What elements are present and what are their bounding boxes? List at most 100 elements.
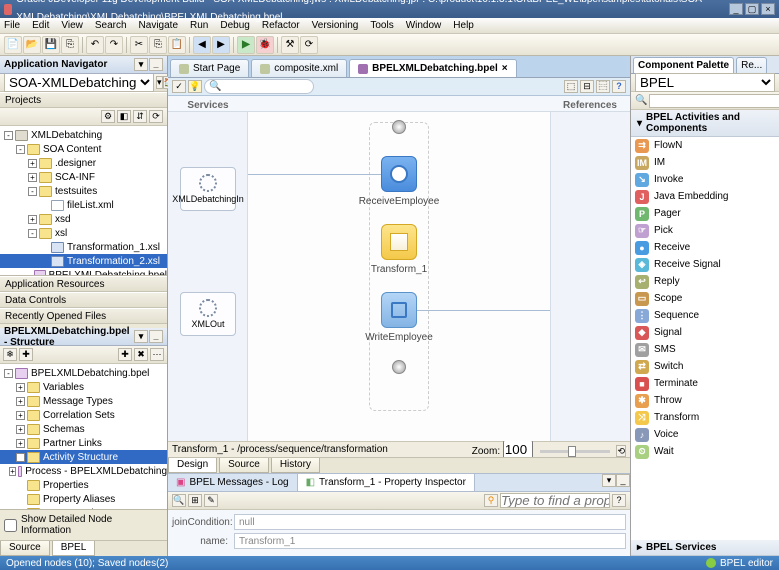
tree-node[interactable]: +.designer: [0, 156, 167, 170]
minimize-button[interactable]: _: [729, 3, 743, 15]
open-button[interactable]: 📂: [23, 36, 41, 54]
palette-item[interactable]: ✉SMS: [631, 341, 779, 358]
tree-node[interactable]: Transformation_1.xsl: [0, 240, 167, 254]
tree-node[interactable]: +Process - BPELXMLDebatching: [0, 464, 167, 478]
palette-search-input[interactable]: [649, 94, 779, 108]
menu-file[interactable]: File: [4, 20, 20, 31]
tree-expander[interactable]: +: [28, 159, 37, 168]
menu-refactor[interactable]: Refactor: [262, 20, 300, 31]
palette-item[interactable]: JJava Embedding: [631, 188, 779, 205]
tree-expander[interactable]: +: [28, 173, 37, 182]
tree-node[interactable]: +Partner Links: [0, 436, 167, 450]
dock-menu-button[interactable]: ▾: [602, 474, 616, 487]
rebuild-button[interactable]: ⟳: [300, 36, 318, 54]
palette-item[interactable]: ◈Receive Signal: [631, 256, 779, 273]
projects-section-header[interactable]: Projects: [0, 92, 167, 108]
tree-node[interactable]: -BPELXMLDebatching.bpel: [0, 366, 167, 380]
palette-item[interactable]: ⏲Wait: [631, 443, 779, 460]
struct-freeze-button[interactable]: ❄: [3, 348, 17, 361]
palette-item[interactable]: ↩Reply: [631, 273, 779, 290]
find-prop-button[interactable]: 🔍: [172, 494, 186, 507]
palette-item[interactable]: ⤨Transform: [631, 409, 779, 426]
help-button[interactable]: ?: [612, 80, 626, 93]
categorize-button[interactable]: ⊞: [188, 494, 202, 507]
highlight-button[interactable]: 💡: [188, 80, 202, 93]
palette-item[interactable]: ◆Signal: [631, 324, 779, 341]
proj-sort-button[interactable]: ⇵: [133, 110, 147, 123]
structure-menu-button[interactable]: ▾: [134, 330, 148, 343]
tree-expander[interactable]: +: [28, 215, 37, 224]
palette-type-selector[interactable]: BPEL: [635, 73, 775, 92]
tab-property-inspector[interactable]: ◧Transform_1 - Property Inspector: [298, 474, 475, 491]
tree-node[interactable]: Properties: [0, 478, 167, 492]
menu-debug[interactable]: Debug: [220, 20, 249, 31]
tree-expander[interactable]: -: [16, 453, 25, 462]
tree-node[interactable]: Property Aliases: [0, 492, 167, 506]
menu-edit[interactable]: Edit: [32, 20, 49, 31]
tab-bpel-messages[interactable]: ▣BPEL Messages - Log: [168, 474, 298, 491]
property-search-input[interactable]: [500, 493, 610, 508]
tab-component-palette[interactable]: Component Palette: [633, 57, 734, 73]
palette-list[interactable]: ⇉FlowNIMIM↘InvokeJJava EmbeddingPPager☞P…: [631, 137, 779, 540]
search-field[interactable]: 🔍: [204, 79, 314, 94]
palette-item[interactable]: ✱Throw: [631, 392, 779, 409]
proj-filter-button[interactable]: ⚙: [101, 110, 115, 123]
show-detail-checkbox[interactable]: Show Detailed Node Information: [4, 514, 163, 536]
edit-button[interactable]: ✎: [204, 494, 218, 507]
tree-node[interactable]: +Schemas: [0, 422, 167, 436]
tab-design[interactable]: Design: [168, 458, 217, 473]
menu-versioning[interactable]: Versioning: [312, 20, 359, 31]
project-tree[interactable]: -XMLDebatching-SOA Content+.designer+SCA…: [0, 126, 167, 276]
new-button[interactable]: 📄: [4, 36, 22, 54]
palette-item[interactable]: ⋮Sequence: [631, 307, 779, 324]
tree-node[interactable]: +xsd: [0, 212, 167, 226]
tree-expander[interactable]: -: [28, 229, 37, 238]
tab-source[interactable]: Source: [219, 458, 269, 473]
tree-node[interactable]: -testsuites: [0, 184, 167, 198]
tab-history[interactable]: History: [271, 458, 320, 473]
zoom-fit-button[interactable]: ⬚: [564, 80, 578, 93]
struct-delete-button[interactable]: ✖: [134, 348, 148, 361]
recent-files-section[interactable]: Recently Opened Files: [0, 308, 167, 324]
tree-expander[interactable]: +: [9, 467, 16, 476]
prop-help-button[interactable]: ?: [612, 494, 626, 507]
palette-item[interactable]: ⇉FlowN: [631, 137, 779, 154]
tree-node[interactable]: Transformation_2.xsl: [0, 254, 167, 268]
tree-expander[interactable]: -: [4, 369, 13, 378]
struct-more-button[interactable]: ⋯: [150, 348, 164, 361]
menu-run[interactable]: Run: [190, 20, 208, 31]
tree-expander[interactable]: -: [16, 145, 25, 154]
copy-button[interactable]: ⎘: [149, 36, 167, 54]
menu-navigate[interactable]: Navigate: [139, 20, 178, 31]
tree-node[interactable]: +SCA-INF: [0, 170, 167, 184]
dock-minimize-button[interactable]: _: [616, 474, 630, 487]
app-resources-section[interactable]: Application Resources: [0, 276, 167, 292]
activity-transform[interactable]: [381, 224, 417, 260]
tree-expander[interactable]: -: [28, 187, 37, 196]
zoom-slider[interactable]: [540, 450, 610, 453]
palette-item[interactable]: ▭Scope: [631, 290, 779, 307]
palette-item[interactable]: ↘Invoke: [631, 171, 779, 188]
tree-expander[interactable]: +: [16, 439, 25, 448]
proj-view-button[interactable]: ◧: [117, 110, 131, 123]
layout-button[interactable]: ⿳: [596, 80, 610, 93]
validate-button[interactable]: ✓: [172, 80, 186, 93]
property-value[interactable]: Transform_1: [234, 533, 626, 549]
close-tab-icon[interactable]: ×: [502, 63, 508, 74]
editor-tab[interactable]: composite.xml: [251, 59, 347, 77]
menu-help[interactable]: Help: [453, 20, 474, 31]
tree-expander[interactable]: +: [16, 383, 25, 392]
tree-node[interactable]: fileList.xml: [0, 198, 167, 212]
main-toolbar[interactable]: 📄 📂 💾 ⎘ ↶ ↷ ✂ ⎘ 📋 ◀ ▶ ▶ 🐞 ⚒ ⟳: [0, 34, 779, 56]
property-value[interactable]: null: [234, 514, 626, 530]
bpel-canvas[interactable]: XMLDebatchingIn ReceiveEmployee Transfor…: [168, 112, 630, 441]
cut-button[interactable]: ✂: [130, 36, 148, 54]
tree-node[interactable]: +Correlation Sets: [0, 408, 167, 422]
struct-new-button[interactable]: ✚: [19, 348, 33, 361]
paste-button[interactable]: 📋: [168, 36, 186, 54]
tree-node[interactable]: +Message Types: [0, 394, 167, 408]
undo-button[interactable]: ↶: [86, 36, 104, 54]
panel-menu-button[interactable]: ▾: [134, 58, 148, 71]
designer-toolbar[interactable]: ✓ 💡 🔍 ⬚ ⊟ ⿳ ?: [168, 78, 630, 96]
make-button[interactable]: ⚒: [281, 36, 299, 54]
